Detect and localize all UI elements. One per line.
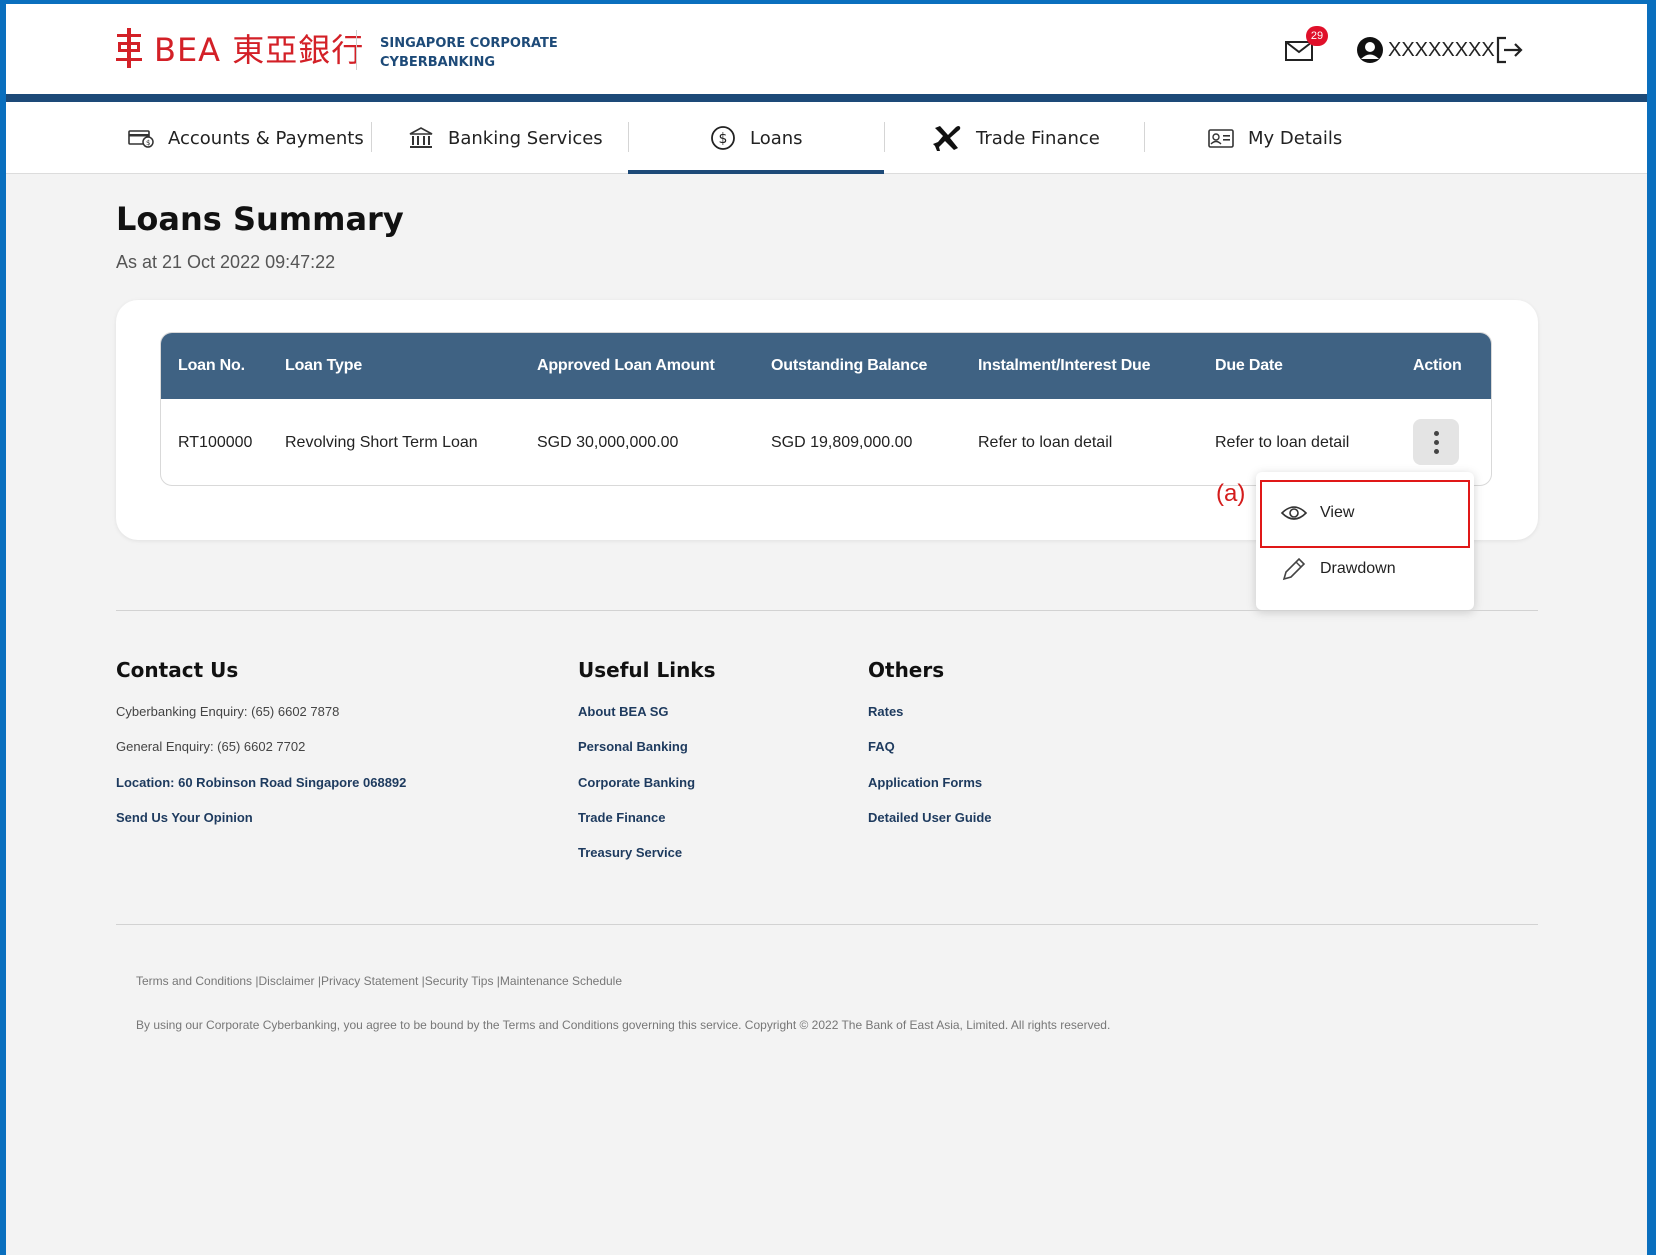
user-circle-icon: [1357, 37, 1383, 63]
airplane-icon: [932, 124, 962, 152]
column-header: Approved Loan Amount: [537, 357, 715, 374]
pencil-icon: [1280, 555, 1308, 583]
brand-name: BEA 東亞銀行: [154, 31, 365, 69]
application-forms-link[interactable]: Application Forms: [868, 775, 982, 790]
copyright-notice: By using our Corporate Cyberbanking, you…: [136, 1018, 1111, 1032]
nav-separator: [371, 122, 372, 152]
user-profile[interactable]: XXXXXXXX: [1356, 32, 1495, 68]
column-header: Loan No.: [178, 357, 245, 374]
footer-divider: [116, 924, 1538, 925]
loan-number: RT100000: [178, 434, 253, 451]
nav-active-indicator: [628, 170, 884, 174]
nav-label: Banking Services: [448, 127, 603, 149]
annotation-highlight-box: [1260, 480, 1470, 548]
contact-us-title: Contact Us: [116, 658, 239, 682]
faq-link[interactable]: FAQ: [868, 739, 895, 754]
treasury-service-link[interactable]: Treasury Service: [578, 845, 682, 860]
nav-banking-services[interactable]: Banking Services: [408, 102, 603, 174]
header-accent-bar: [6, 94, 1647, 102]
personal-banking-link[interactable]: Personal Banking: [578, 739, 688, 754]
corporate-banking-link[interactable]: Corporate Banking: [578, 775, 695, 790]
loans-table: Loan No. Loan Type Approved Loan Amount …: [160, 332, 1492, 486]
nav-label: My Details: [1248, 127, 1343, 149]
id-card-icon: [1208, 127, 1234, 149]
brand-subtitle: SINGAPORE CORPORATE CYBERBANKING: [380, 34, 558, 72]
nav-my-details[interactable]: My Details: [1208, 102, 1342, 174]
nav-trade-finance[interactable]: Trade Finance: [932, 102, 1100, 174]
trade-finance-link[interactable]: Trade Finance: [578, 810, 665, 825]
page-frame: BEA 東亞銀行 SINGAPORE CORPORATE CYBERBANKIN…: [6, 4, 1647, 1255]
bank-building-icon: [408, 126, 434, 150]
cyberbanking-enquiry: Cyberbanking Enquiry: (65) 6602 7878: [116, 704, 340, 719]
bea-logo[interactable]: BEA 東亞銀行: [114, 26, 364, 70]
mailbox-button[interactable]: 29: [1284, 26, 1328, 68]
dollar-circle-icon: $: [710, 125, 736, 151]
column-header: Due Date: [1215, 357, 1283, 374]
nav-separator: [1144, 122, 1145, 152]
column-header: Loan Type: [285, 357, 363, 374]
others-title: Others: [868, 658, 945, 682]
nav-separator: [628, 122, 629, 152]
table-header: Loan No. Loan Type Approved Loan Amount …: [161, 333, 1491, 399]
nav-separator: [884, 122, 885, 152]
brand-subtitle-line2: CYBERBANKING: [380, 55, 496, 70]
column-header: Instalment/Interest Due: [978, 357, 1151, 374]
main-navigation: $ Accounts & Payments Banking Services $…: [6, 102, 1647, 174]
top-header: BEA 東亞銀行 SINGAPORE CORPORATE CYBERBANKIN…: [6, 4, 1647, 94]
username: XXXXXXXX: [1388, 38, 1495, 61]
logout-icon: [1496, 36, 1523, 64]
row-action-menu-button[interactable]: [1413, 419, 1459, 465]
column-header: Action: [1413, 357, 1462, 374]
rates-link[interactable]: Rates: [868, 704, 903, 719]
logo-divider: [356, 30, 357, 70]
svg-text:$: $: [146, 139, 150, 147]
nav-label: Accounts & Payments: [168, 127, 364, 149]
column-header: Outstanding Balance: [771, 357, 928, 374]
legal-links[interactable]: Terms and Conditions |Disclaimer |Privac…: [136, 974, 622, 988]
nav-accounts-payments[interactable]: $ Accounts & Payments: [128, 102, 364, 174]
location-link[interactable]: Location: 60 Robinson Road Singapore 068…: [116, 775, 406, 790]
general-enquiry: General Enquiry: (65) 6602 7702: [116, 739, 306, 754]
footer-divider: [116, 610, 1538, 611]
menu-item-drawdown[interactable]: Drawdown: [1256, 544, 1474, 594]
bea-emblem-icon: [116, 28, 142, 68]
instalment-due: Refer to loan detail: [978, 434, 1113, 451]
approved-amount: SGD 30,000,000.00: [537, 434, 679, 451]
page-title: Loans Summary: [116, 200, 404, 238]
as-at-timestamp: As at 21 Oct 2022 09:47:22: [116, 252, 336, 272]
nav-label: Trade Finance: [976, 127, 1100, 149]
kebab-icon: [1433, 429, 1439, 456]
outstanding-balance: SGD 19,809,000.00: [771, 434, 913, 451]
mail-count-badge: 29: [1306, 26, 1328, 46]
user-guide-link[interactable]: Detailed User Guide: [868, 810, 992, 825]
nav-label: Loans: [750, 127, 803, 149]
logout-button[interactable]: [1494, 32, 1524, 68]
card-cash-icon: $: [128, 128, 154, 148]
brand-subtitle-line1: SINGAPORE CORPORATE: [380, 36, 558, 51]
send-opinion-link[interactable]: Send Us Your Opinion: [116, 810, 253, 825]
about-bea-link[interactable]: About BEA SG: [578, 704, 669, 719]
loan-type: Revolving Short Term Loan: [285, 434, 478, 451]
annotation-label: (a): [1216, 480, 1246, 507]
svg-text:$: $: [719, 131, 728, 147]
menu-item-label: Drawdown: [1320, 560, 1396, 577]
nav-loans[interactable]: $ Loans: [710, 102, 803, 174]
useful-links-title: Useful Links: [578, 658, 716, 682]
